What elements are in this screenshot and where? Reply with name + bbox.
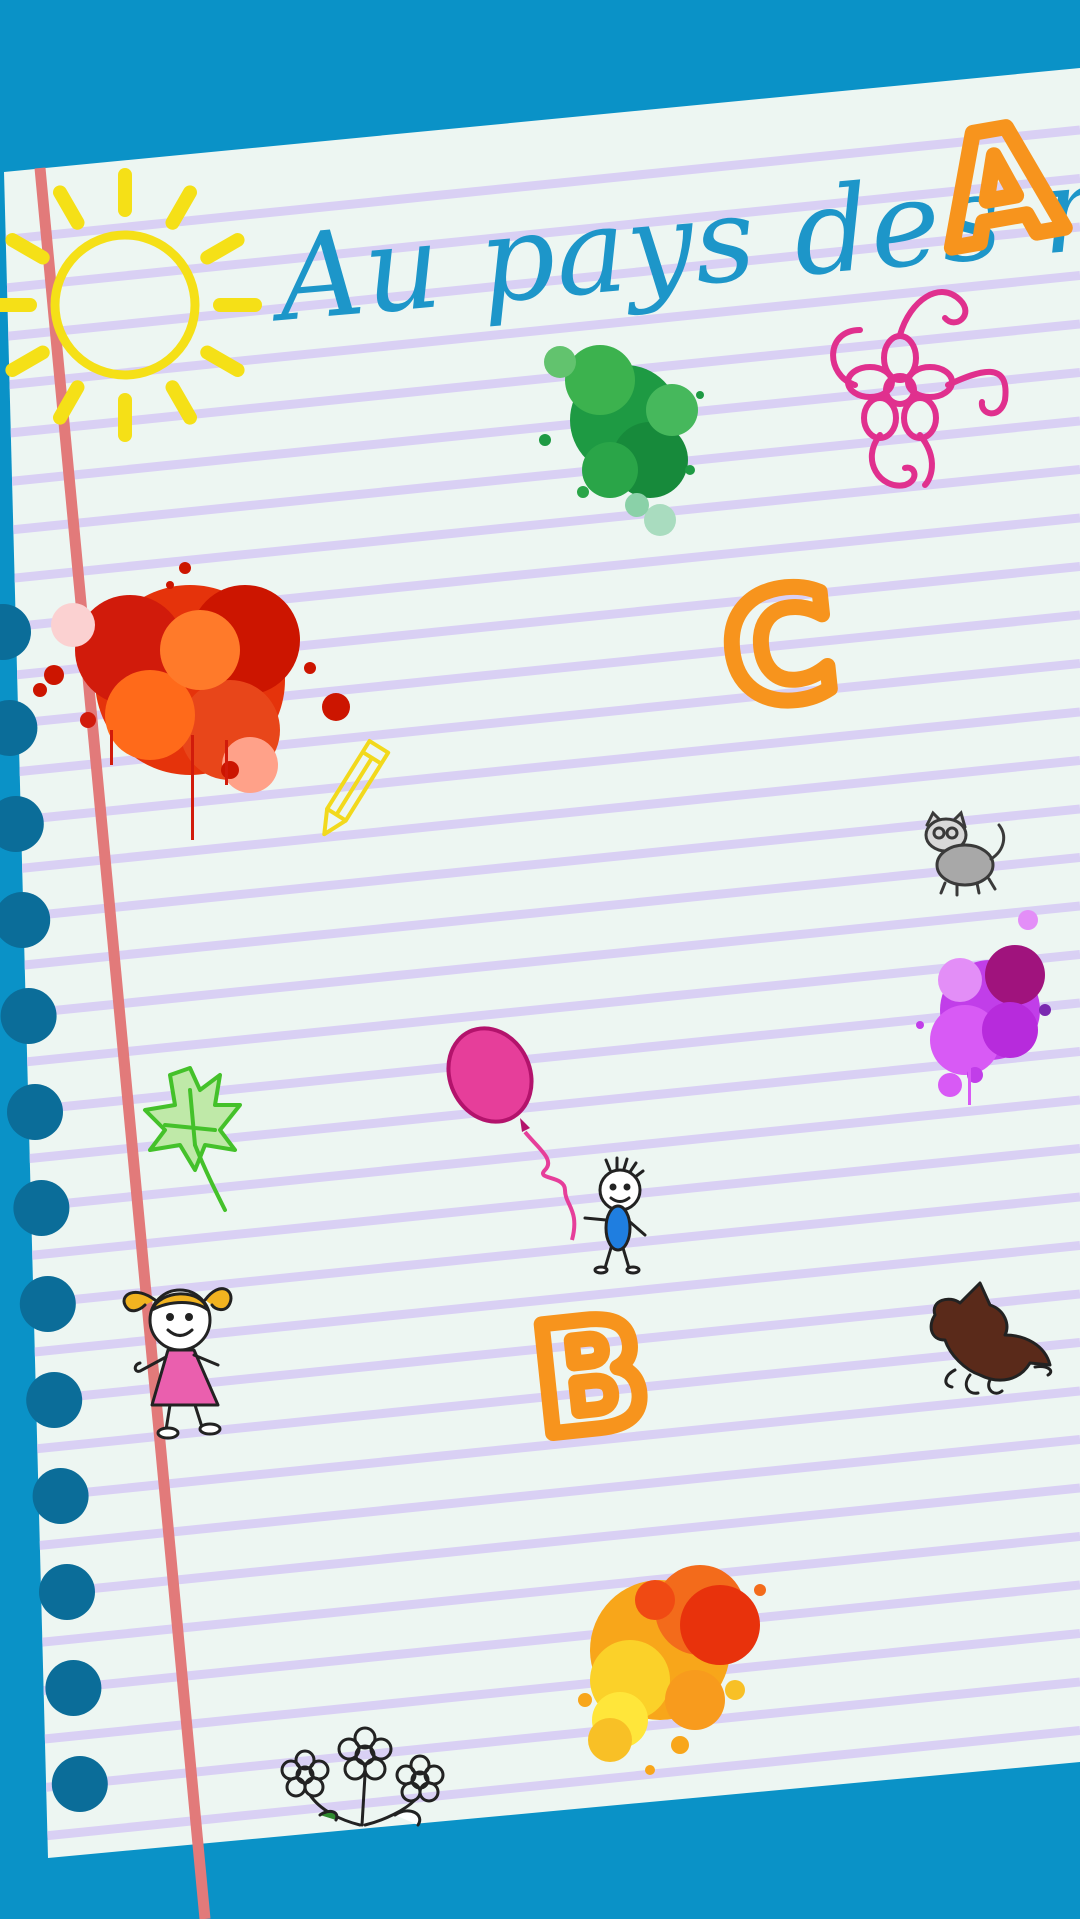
binder-hole	[26, 1372, 83, 1428]
letter-b: B	[525, 1285, 657, 1470]
binder-hole	[45, 1660, 102, 1716]
notebook-page	[0, 68, 1080, 1919]
binder-hole	[51, 1756, 108, 1812]
binder-hole	[39, 1564, 95, 1620]
binder-hole	[19, 1276, 76, 1332]
binder-hole	[7, 1084, 63, 1140]
binder-hole	[13, 1180, 70, 1236]
game-canvas: Au pays des mots A C B	[0, 68, 1080, 1919]
letter-c: C	[716, 556, 844, 741]
binder-hole	[32, 1468, 89, 1524]
binder-hole	[0, 988, 57, 1044]
